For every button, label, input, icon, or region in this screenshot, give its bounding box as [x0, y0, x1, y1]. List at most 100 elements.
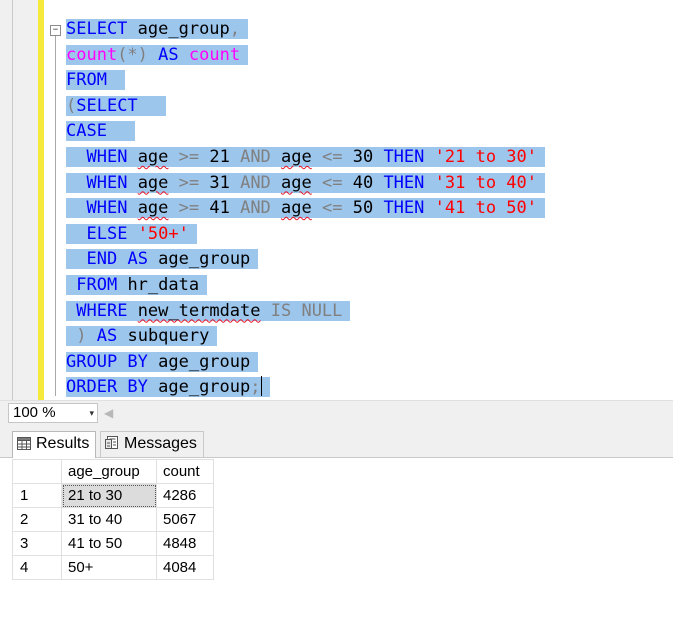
code-token: hr_data [117, 274, 200, 295]
selection-highlight: ELSE '50+' [66, 223, 197, 244]
code-token: WHEN [86, 198, 128, 219]
code-token: 30 [352, 146, 374, 167]
code-token: AS [158, 44, 179, 65]
code-token: GROUP BY [66, 351, 148, 372]
code-token: age [137, 198, 169, 219]
code-line[interactable]: ) AS subquery [66, 324, 545, 350]
code-token: (*) [117, 44, 148, 65]
selection-highlight: WHERE new_termdate IS NULL [66, 300, 351, 321]
scroll-left-icon[interactable]: ◀ [104, 405, 113, 421]
results-grid[interactable]: age_group count 1 21 to 30 4286 2 31 to … [12, 459, 214, 580]
column-header-age-group[interactable]: age_group [61, 459, 157, 484]
zoom-value: 100 % [13, 404, 56, 421]
code-token: , [229, 19, 241, 39]
selection-highlight: ORDER BY age_group; [66, 376, 270, 398]
code-line[interactable]: GROUP BY age_group [66, 350, 545, 376]
code-line[interactable]: ORDER BY age_group; [66, 375, 545, 400]
cell-count[interactable]: 4286 [156, 483, 214, 508]
code-token: count [66, 44, 118, 65]
column-header-count[interactable]: count [156, 459, 214, 484]
code-line[interactable]: ELSE '50+' [66, 222, 545, 248]
editor-status-bar: 100 % ▾ ◀ [0, 400, 673, 427]
cell-count[interactable]: 5067 [156, 507, 214, 532]
code-line[interactable]: (SELECT [66, 94, 545, 120]
change-tracking-bar [38, 0, 44, 400]
selection-highlight: GROUP BY age_group [66, 351, 259, 372]
query-editor[interactable]: − SELECT age_group, count(*) AS count FROM… [0, 0, 673, 400]
collapse-outline-icon[interactable]: − [50, 25, 61, 36]
table-row[interactable]: 3 41 to 50 4848 [12, 531, 214, 556]
tab-messages-label: Messages [124, 435, 197, 452]
code-token: IS NULL [260, 300, 343, 321]
selection-highlight: (SELECT [66, 95, 167, 116]
row-number-header[interactable] [12, 459, 62, 484]
code-token: <= [311, 198, 353, 219]
code-line[interactable]: END AS age_group [66, 247, 545, 273]
chevron-down-icon[interactable]: ▾ [89, 404, 94, 422]
code-line[interactable]: CASE [66, 119, 545, 145]
code-line[interactable]: WHEN age >= 31 AND age <= 40 THEN '31 to… [66, 171, 545, 197]
code-token: age_group [147, 351, 251, 372]
code-line[interactable]: FROM [66, 68, 545, 94]
selection-highlight: SELECT age_group, [66, 19, 249, 39]
code-line[interactable]: count(*) AS count [66, 43, 545, 69]
cell-age-group[interactable]: 31 to 40 [61, 507, 157, 532]
line-gutter [0, 0, 38, 400]
code-token: THEN [383, 198, 425, 219]
results-pane: age_group count 1 21 to 30 4286 2 31 to … [0, 458, 673, 622]
selection-highlight: FROM [66, 70, 126, 91]
selection-highlight: WHEN age >= 21 AND age <= 30 THEN '21 to… [66, 146, 545, 167]
code-token: THEN [383, 172, 425, 193]
outline-guide-line [55, 36, 56, 396]
code-line[interactable]: WHEN age >= 41 AND age <= 50 THEN '41 to… [66, 196, 545, 222]
code-line[interactable]: WHERE new_termdate IS NULL [66, 299, 545, 325]
code-area[interactable]: SELECT age_group, count(*) AS count FROM (… [66, 17, 545, 400]
grid-icon [17, 434, 31, 458]
row-number[interactable]: 2 [12, 507, 62, 532]
results-tab-strip: Results Messages [0, 427, 673, 458]
cell-age-group[interactable]: 50+ [61, 555, 157, 580]
code-token: FROM [66, 70, 107, 91]
code-token: FROM [76, 274, 118, 295]
tab-messages[interactable]: Messages [100, 431, 204, 457]
row-number[interactable]: 4 [12, 555, 62, 580]
cell-age-group[interactable]: 41 to 50 [61, 531, 157, 556]
code-token: '31 to 40' [434, 172, 537, 193]
cell-age-group[interactable]: 21 to 30 [61, 483, 157, 508]
code-token: WHEN [86, 146, 128, 167]
zoom-dropdown[interactable]: 100 % ▾ [8, 403, 98, 423]
tab-results[interactable]: Results [12, 431, 97, 458]
code-token: SELECT [76, 95, 138, 116]
code-token: <= [311, 146, 353, 167]
code-token: age_group [147, 249, 251, 270]
code-token: THEN [383, 146, 425, 167]
table-row[interactable]: 4 50+ 4084 [12, 555, 214, 580]
table-row[interactable]: 2 31 to 40 5067 [12, 507, 214, 532]
cell-count[interactable]: 4848 [156, 531, 214, 556]
text-caret [260, 376, 262, 397]
code-line[interactable]: FROM hr_data [66, 273, 545, 299]
table-row[interactable]: 1 21 to 30 4286 [12, 483, 214, 508]
code-line[interactable]: SELECT age_group, [66, 17, 545, 43]
code-line[interactable]: WHEN age >= 21 AND age <= 30 THEN '21 to… [66, 145, 545, 171]
row-number[interactable]: 3 [12, 531, 62, 556]
cell-count[interactable]: 4084 [156, 555, 214, 580]
row-number[interactable]: 1 [12, 483, 62, 508]
code-token: 41 [209, 198, 230, 219]
code-token: AND [229, 146, 282, 167]
code-token: age_group [147, 377, 251, 398]
code-token: age [281, 146, 312, 167]
code-token: END [86, 249, 118, 270]
code-token: AND [229, 198, 282, 219]
